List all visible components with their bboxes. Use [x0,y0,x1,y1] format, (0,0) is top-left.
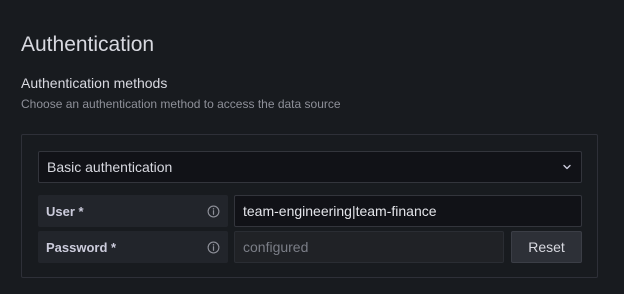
user-label: User * [38,195,228,227]
password-input[interactable] [234,231,504,263]
auth-method-select[interactable]: Basic authentication [38,151,582,183]
auth-method-select-value: Basic authentication [47,159,173,175]
user-label-text: User * [46,203,84,219]
reset-button[interactable]: Reset [511,231,582,263]
auth-methods-title: Authentication methods [21,75,168,91]
password-label-text: Password * [46,239,117,255]
auth-methods-description: Choose an authentication method to acces… [21,97,341,111]
password-label: Password * [38,231,228,263]
section-title: Authentication [21,33,155,56]
info-circle-icon[interactable] [206,240,220,254]
user-input[interactable] [234,195,582,227]
chevron-down-icon [561,161,573,173]
info-circle-icon[interactable] [206,204,220,218]
